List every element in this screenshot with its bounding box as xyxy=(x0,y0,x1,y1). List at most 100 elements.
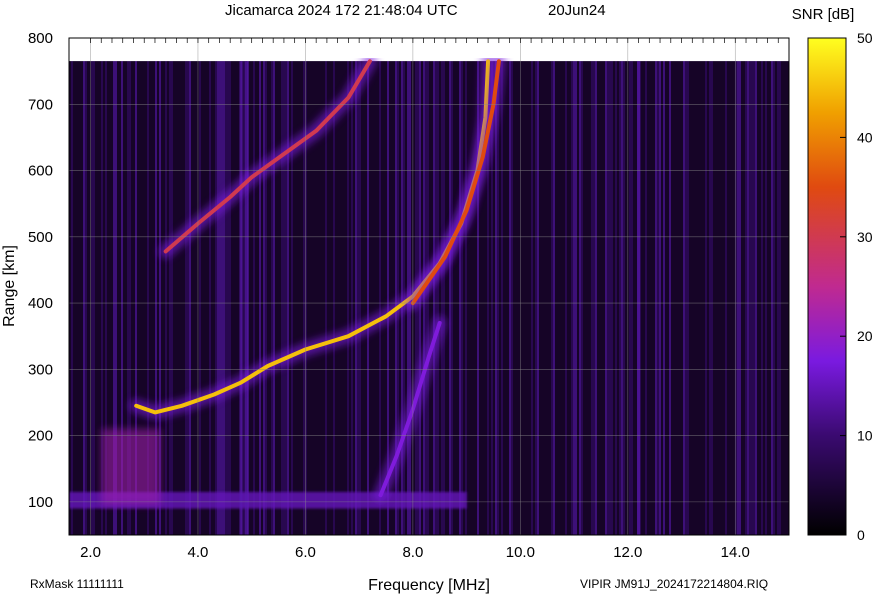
noise-streak xyxy=(379,61,381,535)
noise-streak xyxy=(359,61,361,535)
noise-streak xyxy=(647,61,649,535)
noise-streak xyxy=(573,61,575,535)
noise-streak xyxy=(691,61,693,535)
noise-streak xyxy=(723,61,725,535)
noise-streak xyxy=(667,61,669,535)
noise-streak xyxy=(553,61,555,535)
noise-streak xyxy=(273,61,275,535)
noise-streak xyxy=(473,61,475,535)
noise-streak xyxy=(97,61,99,535)
noise-streak xyxy=(579,61,581,535)
noise-streak xyxy=(285,61,287,535)
noise-streak xyxy=(687,61,689,535)
noise-streak xyxy=(501,61,503,535)
noise-streak xyxy=(739,61,741,535)
interference-line xyxy=(239,61,243,535)
noise-streak xyxy=(521,61,523,535)
noise-streak xyxy=(255,61,257,535)
colorbar-tick-label: 50 xyxy=(857,30,873,46)
noise-streak xyxy=(459,61,461,535)
noise-streak xyxy=(205,61,207,535)
noise-streak xyxy=(231,61,233,535)
noise-streak xyxy=(527,61,529,535)
noise-streak xyxy=(705,61,707,535)
noise-streak xyxy=(621,61,623,535)
noise-streak xyxy=(427,61,429,535)
noise-streak xyxy=(337,61,339,535)
noise-streak xyxy=(279,61,281,535)
y-tick-label: 600 xyxy=(28,163,53,180)
noise-streak xyxy=(265,61,267,535)
noise-streak xyxy=(207,61,209,535)
noise-streak xyxy=(785,61,787,535)
noise-streak xyxy=(661,61,663,535)
noise-streak xyxy=(469,61,471,535)
noise-streak xyxy=(287,61,289,535)
chart-title: Jicamarca 2024 172 21:48:04 UTC xyxy=(225,2,458,19)
noise-streak xyxy=(505,61,507,535)
noise-streak xyxy=(659,61,661,535)
noise-streak xyxy=(755,61,757,535)
x-tick-label: 6.0 xyxy=(295,544,316,561)
noise-streak xyxy=(587,61,589,535)
noise-streak xyxy=(189,61,191,535)
noise-streak xyxy=(547,61,549,535)
plot-area xyxy=(69,58,789,535)
noise-streak xyxy=(673,61,675,535)
noise-streak xyxy=(711,61,713,535)
noise-streak xyxy=(173,61,175,535)
noise-streak xyxy=(83,61,85,535)
noise-streak xyxy=(371,61,373,535)
noise-streak xyxy=(441,61,443,535)
noise-streak xyxy=(727,61,729,535)
noise-streak xyxy=(605,61,607,535)
noise-streak xyxy=(365,61,367,535)
noise-streak xyxy=(531,61,533,535)
noise-streak xyxy=(549,61,551,535)
rxmask-text: RxMask 11111111 xyxy=(30,577,124,591)
noise-streak xyxy=(643,61,645,535)
noise-streak xyxy=(453,61,455,535)
noise-streak xyxy=(783,61,785,535)
noise-streak xyxy=(201,61,203,535)
colorbar xyxy=(808,38,846,535)
noise-streak xyxy=(743,61,745,535)
noise-streak xyxy=(425,61,427,535)
noise-streak xyxy=(747,61,749,535)
noise-streak xyxy=(529,61,531,535)
noise-streak xyxy=(181,61,183,535)
noise-streak xyxy=(729,61,731,535)
colorbar-tick-label: 40 xyxy=(857,129,873,145)
noise-streak xyxy=(229,61,231,535)
noise-streak xyxy=(327,61,329,535)
noise-streak xyxy=(233,61,235,535)
noise-streak xyxy=(633,61,635,535)
noise-streak xyxy=(271,61,273,535)
noise-streak xyxy=(369,61,371,535)
noise-streak xyxy=(631,61,633,535)
noise-streak xyxy=(457,61,459,535)
noise-streak xyxy=(517,61,519,535)
noise-streak xyxy=(669,61,671,535)
noise-streak xyxy=(759,61,761,535)
noise-streak xyxy=(295,61,297,535)
noise-streak xyxy=(353,61,355,535)
y-tick-label: 100 xyxy=(28,494,53,511)
noise-streak xyxy=(511,61,513,535)
noise-streak xyxy=(577,61,579,535)
noise-streak xyxy=(437,61,439,535)
y-tick-label: 500 xyxy=(28,229,53,246)
noise-streak xyxy=(195,61,197,535)
noise-streak xyxy=(383,61,385,535)
noise-streak xyxy=(361,61,363,535)
noise-streak xyxy=(681,61,683,535)
noise-streak xyxy=(291,61,293,535)
noise-streak xyxy=(649,61,651,535)
noise-streak xyxy=(675,61,677,535)
noise-streak xyxy=(513,61,515,535)
noise-streak xyxy=(299,61,301,535)
y-axis-label: Range [km] xyxy=(1,245,18,327)
noise-streak xyxy=(721,61,723,535)
noise-streak xyxy=(185,61,187,535)
noise-streak xyxy=(333,61,335,535)
